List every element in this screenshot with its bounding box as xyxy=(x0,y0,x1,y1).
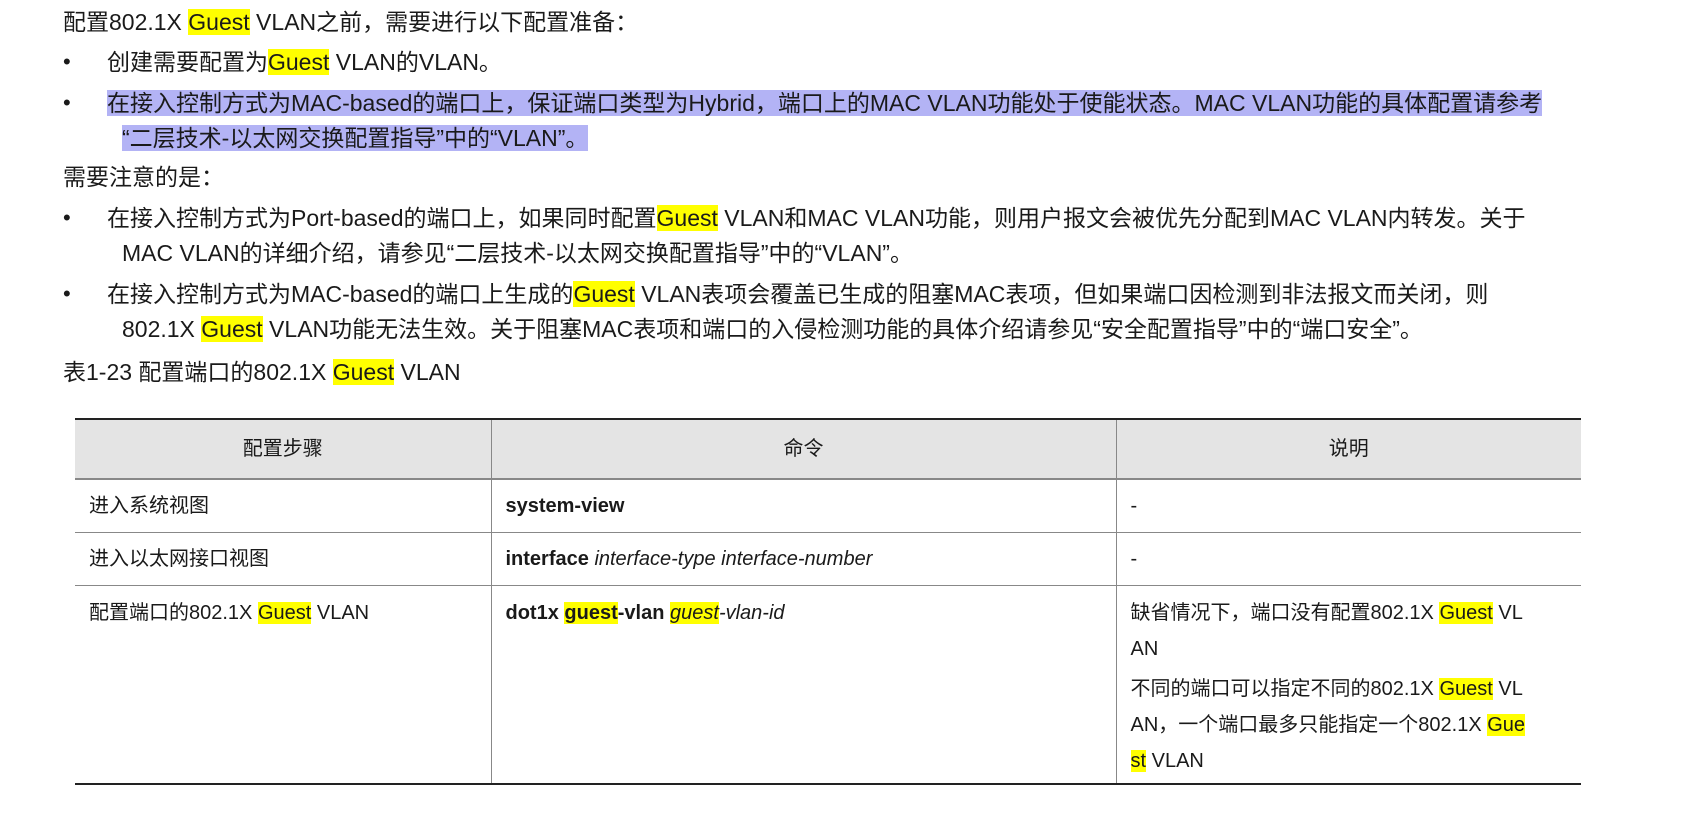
desc-highlight: Gue xyxy=(1487,714,1526,736)
desc-highlight: Guest xyxy=(1439,602,1493,624)
prep-item-2-line-1: 在接入控制方式为MAC-based的端口上，保证端口类型为Hybrid，端口上的… xyxy=(107,86,1543,120)
note-item-1-line-2: MAC VLAN的详细介绍，请参见“二层技术-以太网交换配置指导”中的“VLAN… xyxy=(122,240,913,266)
note-2-highlight: Guest xyxy=(573,281,635,307)
table-row: 配置端口的802.1X Guest VLAN dot1x guest-vlan … xyxy=(75,585,1581,785)
description-paragraph-2: 不同的端口可以指定不同的802.1X Guest VL AN，一个端口最多只能指定… xyxy=(1130,671,1568,779)
intro-suffix: VLAN之前，需要进行以下配置准备： xyxy=(249,9,639,35)
config-table: 配置步骤 命令 说明 进入系统视图 system-view - 进入以太网接口视… xyxy=(75,418,1581,785)
command-argument: interface-type interface-number xyxy=(594,548,873,570)
desc-text: VLAN xyxy=(1146,750,1204,772)
note-1-text-a: 在接入控制方式为Port-based的端口上，如果同时配置 xyxy=(107,205,657,231)
note-item-2-line-2: 802.1X Guest VLAN功能无法生效。关于阻塞MAC表项和端口的入侵检… xyxy=(122,312,1423,346)
bullet-dot: • xyxy=(63,90,71,115)
prep-item-1-text-b: VLAN的VLAN。 xyxy=(329,49,502,75)
note-2-line2-highlight: Guest xyxy=(201,316,263,342)
note-1-highlight: Guest xyxy=(656,205,718,231)
note-2-text-b: VLAN表项会覆盖已生成的阻塞MAC表项，但如果端口因检测到非法报文而关闭，则 xyxy=(634,281,1489,307)
prep-item-1-text-a: 创建需要配置为 xyxy=(107,49,268,75)
table-caption: 表1-23 配置端口的802.1X Guest VLAN xyxy=(63,355,461,389)
desc-text: AN，一个端口最多只能指定一个802.1X xyxy=(1130,714,1488,736)
notes-heading: 需要注意的是： xyxy=(63,164,224,190)
step-highlight: Guest xyxy=(257,602,312,624)
note-item-1-line-1: 在接入控制方式为Port-based的端口上，如果同时配置Guest VLAN和… xyxy=(107,201,1526,235)
command-keyword: interface xyxy=(505,548,589,570)
selected-text: “二层技术-以太网交换配置指导”中的“VLAN”。 xyxy=(122,125,589,151)
bullet-dot: • xyxy=(63,205,71,230)
step-cell: 进入系统视图 xyxy=(75,479,491,533)
description-cell: 缺省情况下，端口没有配置802.1X Guest VL AN 不同的端口可以指定不… xyxy=(1115,585,1581,785)
intro-highlight: Guest xyxy=(188,9,250,35)
table-header-row: 配置步骤 命令 说明 xyxy=(75,418,1581,480)
desc-highlight: st xyxy=(1130,750,1147,772)
document-page: 配置802.1X Guest VLAN之前，需要进行以下配置准备： • 创建需要… xyxy=(0,0,1695,813)
step-cell: 进入以太网接口视图 xyxy=(75,532,491,586)
selected-text: 在接入控制方式为MAC-based的端口上，保证端口类型为Hybrid，端口上的… xyxy=(107,90,1543,116)
command-argument: -vlan-id xyxy=(718,602,785,624)
prep-item-2-line-2: “二层技术-以太网交换配置指导”中的“VLAN”。 xyxy=(122,121,589,155)
caption-highlight: Guest xyxy=(332,359,395,385)
command-cell: dot1x guest-vlan guest-vlan-id xyxy=(490,585,1116,785)
command-keyword-highlight: guest xyxy=(564,602,618,624)
caption-suffix: VLAN xyxy=(394,359,461,385)
step-text-b: VLAN xyxy=(311,602,370,624)
note-2-line2-b: VLAN功能无法生效。关于阻塞MAC表项和端口的入侵检测功能的具体介绍请参见“安… xyxy=(262,316,1423,342)
prep-item-1: 创建需要配置为Guest VLAN的VLAN。 xyxy=(107,45,502,79)
command-keyword: system-view xyxy=(505,495,625,517)
desc-text: VL xyxy=(1492,678,1523,700)
description-cell: - xyxy=(1115,479,1581,533)
command-cell: interface interface-type interface-numbe… xyxy=(490,532,1116,586)
step-cell: 配置端口的802.1X Guest VLAN xyxy=(75,585,491,785)
header-command: 命令 xyxy=(490,418,1116,480)
description-paragraph-1: 缺省情况下，端口没有配置802.1X Guest VL AN xyxy=(1131,595,1568,667)
table-row: 进入系统视图 system-view - xyxy=(75,479,1581,533)
command-keyword: dot1x xyxy=(505,602,565,624)
bullet-dot: • xyxy=(63,281,71,306)
command-argument-highlight: guest xyxy=(670,602,719,624)
command-keyword: -vlan xyxy=(617,602,670,624)
note-2-text-a: 在接入控制方式为MAC-based的端口上生成的 xyxy=(107,281,574,307)
note-1-text-b: VLAN和MAC VLAN功能，则用户报文会被优先分配到MAC VLAN内转发。… xyxy=(717,205,1526,231)
caption-prefix: 表1-23 配置端口的802.1X xyxy=(63,359,333,385)
intro-prefix: 配置802.1X xyxy=(63,9,189,35)
desc-highlight: Guest xyxy=(1439,678,1493,700)
command-cell: system-view xyxy=(490,479,1116,533)
description-cell: - xyxy=(1115,532,1581,586)
bullet-dot: • xyxy=(63,49,71,74)
desc-text: 缺省情况下，端口没有配置802.1X xyxy=(1130,602,1440,624)
intro-paragraph: 配置802.1X Guest VLAN之前，需要进行以下配置准备： xyxy=(63,5,638,39)
table-row: 进入以太网接口视图 interface interface-type inter… xyxy=(75,532,1581,586)
note-2-line2-a: 802.1X xyxy=(122,316,202,342)
desc-text: 不同的端口可以指定不同的802.1X xyxy=(1130,678,1440,700)
step-text-a: 配置端口的802.1X xyxy=(89,602,258,624)
note-item-2-line-1: 在接入控制方式为MAC-based的端口上生成的Guest VLAN表项会覆盖已… xyxy=(107,277,1488,311)
prep-item-1-highlight: Guest xyxy=(268,49,330,75)
header-description: 说明 xyxy=(1115,418,1581,480)
header-step: 配置步骤 xyxy=(75,418,491,480)
desc-text: VL xyxy=(1492,602,1523,624)
desc-text: AN xyxy=(1130,638,1159,660)
